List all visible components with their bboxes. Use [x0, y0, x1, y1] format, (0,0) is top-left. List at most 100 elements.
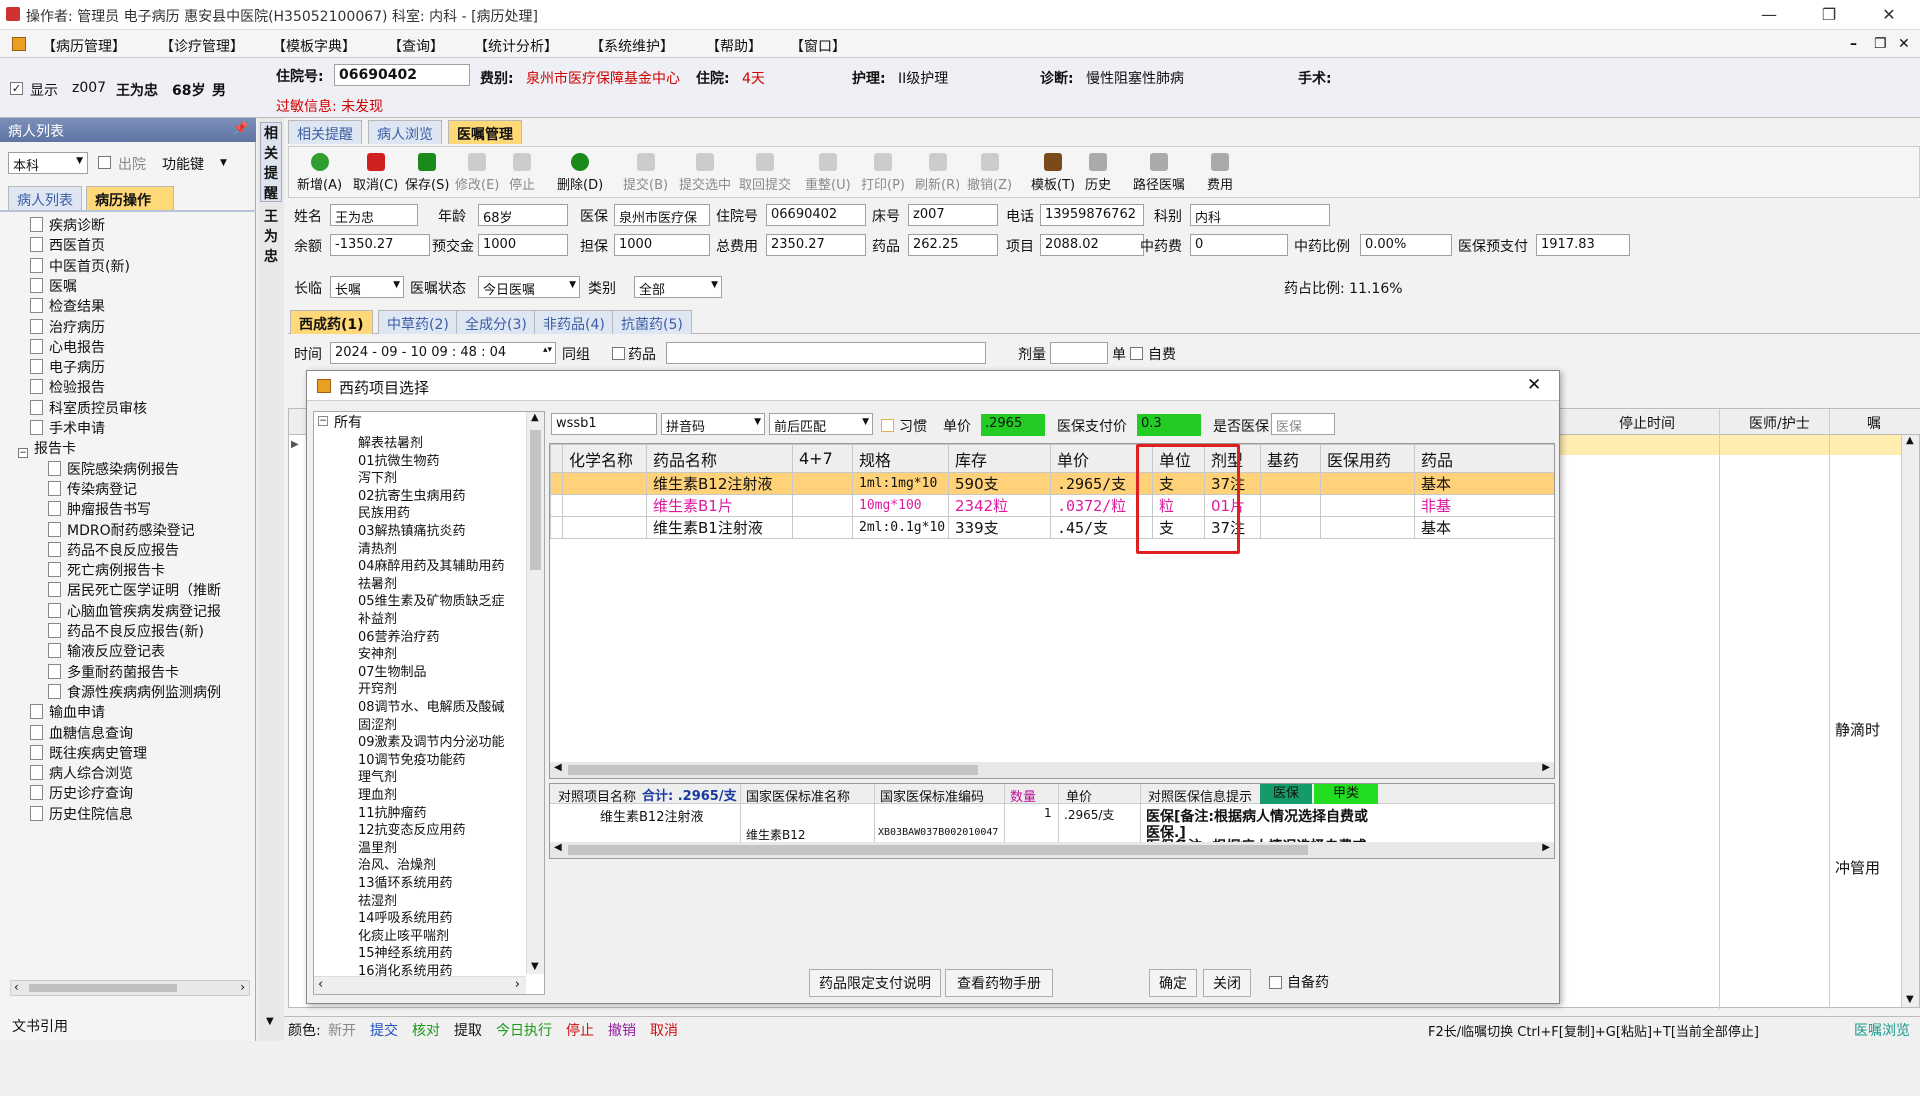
tree-item[interactable]: 科室质控员审核 — [30, 399, 147, 419]
col-spec[interactable]: 规格 — [852, 444, 949, 473]
tree-item[interactable]: 检验报告 — [30, 378, 105, 398]
doc-ref-button[interactable]: 文书引用 — [12, 1016, 68, 1036]
tab-reminders[interactable]: 相关提醒 — [288, 120, 362, 144]
order-browse-link[interactable]: 医嘱浏览 — [1854, 1020, 1910, 1040]
admission-no-field[interactable]: 06690402 — [334, 64, 470, 86]
tree-item[interactable]: 居民死亡医学证明（推断 — [48, 581, 221, 601]
tab-emr-ops[interactable]: 病历操作 — [86, 186, 174, 210]
category-item[interactable]: 14呼吸系统用药 — [358, 907, 453, 926]
scroll-up-icon[interactable]: ▲ — [531, 412, 539, 423]
col-chem-name[interactable]: 化学名称 — [562, 444, 647, 473]
minimize-button[interactable]: — — [1746, 2, 1792, 28]
tree-item[interactable]: 电子病历 — [30, 358, 105, 378]
tree-item[interactable]: MDRO耐药感染登记 — [48, 521, 195, 541]
menu-stats[interactable]: 【统计分析】 — [474, 36, 558, 56]
drug-manual-button[interactable]: 查看药物手册 — [945, 969, 1053, 997]
mapping-hscroll[interactable]: ◀ ▶ — [550, 842, 1554, 858]
dialog-close-button[interactable]: ✕ — [1527, 375, 1541, 395]
menu-help[interactable]: 【帮助】 — [706, 36, 762, 56]
tab-antibiotic[interactable]: 抗菌药(5) — [612, 310, 692, 334]
display-checkbox[interactable]: ✓ — [10, 82, 23, 95]
scroll-right-icon[interactable]: ▶ — [1542, 762, 1550, 773]
time-field[interactable]: 2024 - 09 - 10 09 : 48 : 04 ▴▾ — [330, 342, 556, 364]
col-4plus7[interactable]: 4+7 — [792, 444, 853, 473]
tab-western-drug[interactable]: 西成药(1) — [290, 310, 373, 334]
tree-item[interactable]: 心脑血管疾病发病登记报 — [48, 602, 221, 622]
mdi-restore-button[interactable]: ❐ — [1874, 36, 1887, 52]
drug-row[interactable]: 维生素B1片 10mg*100 2342粒 .0372/粒 粒 01片 非基 — [550, 494, 1554, 517]
discharge-checkbox[interactable] — [98, 156, 111, 169]
category-item[interactable]: 05维生素及矿物质缺乏症 — [358, 590, 505, 609]
tree-item[interactable]: 肿瘤报告书写 — [48, 500, 151, 520]
menu-emr[interactable]: 【病历管理】 — [42, 36, 126, 56]
tree-item[interactable]: 中医首页(新) — [30, 257, 130, 277]
toolbar-button-add[interactable]: 新增(A) — [297, 153, 342, 193]
scroll-left-icon[interactable]: ◀ — [554, 842, 562, 853]
category-item[interactable]: 理气剂 — [358, 766, 397, 785]
tab-patient-list[interactable]: 病人列表 — [8, 186, 82, 210]
toolbar-button-retrieve[interactable]: 取回提交 — [739, 153, 791, 193]
menu-clinical[interactable]: 【诊疗管理】 — [160, 36, 244, 56]
category-item[interactable]: 12抗变态反应用药 — [358, 819, 466, 838]
col-drug-name[interactable]: 药品名称 — [646, 444, 793, 473]
category-item[interactable]: 04麻醉用药及其辅助用药 — [358, 555, 505, 574]
tree-item[interactable]: 历史诊疗查询 — [30, 784, 133, 804]
scroll-left-icon[interactable]: ‹ — [318, 977, 323, 992]
self-pay-checkbox[interactable] — [1130, 347, 1143, 360]
grid-vscroll[interactable]: ▲ ▼ — [1901, 435, 1919, 1007]
drug-grid-hscroll[interactable]: ◀ ▶ — [550, 762, 1554, 778]
category-item[interactable]: 泻下剂 — [358, 467, 397, 486]
tree-item[interactable]: 历史住院信息 — [30, 805, 133, 825]
category-item[interactable]: 07生物制品 — [358, 661, 427, 680]
tree-hscroll[interactable]: ‹ › — [10, 980, 250, 996]
tree-item[interactable]: 药品不良反应报告 — [48, 541, 179, 561]
collapse-icon[interactable]: − — [318, 416, 328, 426]
col-ins-drug[interactable]: 医保用药 — [1320, 444, 1415, 473]
tree-item[interactable]: 治疗病历 — [30, 318, 105, 338]
col-drug-extra[interactable]: 药品 — [1414, 444, 1554, 473]
tree-item[interactable]: 医院感染病例报告 — [48, 460, 179, 480]
toolbar-button-edit[interactable]: 修改(E) — [455, 153, 499, 193]
tree-item[interactable]: 疾病诊断 — [30, 216, 105, 236]
tab-patient-browse[interactable]: 病人浏览 — [368, 120, 442, 144]
patient-strip-tab[interactable]: 王 为 忠 — [260, 206, 282, 268]
search-input[interactable]: wssb1 — [551, 413, 657, 435]
tree-item[interactable]: 西医首页 — [30, 236, 105, 256]
toolbar-button-reorganize[interactable]: 重整(U) — [805, 153, 851, 193]
scroll-right-icon[interactable]: ▶ — [1542, 842, 1550, 853]
menu-window[interactable]: 【窗口】 — [790, 36, 846, 56]
toolbar-button-pathway[interactable]: 路径医嘱 — [1133, 153, 1185, 193]
toolbar-button-template[interactable]: 模板(T) — [1031, 153, 1075, 193]
hscroll-thumb[interactable] — [568, 845, 1308, 855]
spinner-icon[interactable]: ▴▾ — [543, 345, 552, 355]
confirm-button[interactable]: 确定 — [1149, 969, 1197, 997]
tree-item[interactable]: 检查结果 — [30, 297, 105, 317]
tree-item[interactable]: 病人综合浏览 — [30, 764, 133, 784]
self-drug-checkbox[interactable] — [1269, 976, 1282, 989]
tree-item[interactable]: 输血申请 — [30, 703, 105, 723]
vscroll-thumb[interactable] — [530, 430, 541, 570]
scroll-down-icon[interactable]: ▼ — [531, 961, 539, 972]
category-item[interactable]: 温里剂 — [358, 837, 397, 856]
tree-item[interactable]: 药品不良反应报告(新) — [48, 622, 204, 642]
category-item[interactable]: 补益剂 — [358, 608, 397, 627]
category-item[interactable]: 09激素及调节内分泌功能 — [358, 731, 505, 750]
scroll-right-icon[interactable]: › — [240, 980, 245, 994]
category-item[interactable]: 解表祛暑剂 — [358, 432, 423, 451]
reminder-strip-tab[interactable]: 相 关 提 醒 — [260, 122, 282, 202]
drug-checkbox[interactable] — [612, 347, 625, 360]
category-item[interactable]: 02抗寄生虫病用药 — [358, 485, 466, 504]
toolbar-button-fee[interactable]: 费用 — [1207, 153, 1233, 193]
dept-select[interactable]: 本科 ▼ — [8, 152, 88, 174]
order-type-select[interactable]: 长嘱 ▼ — [330, 276, 404, 298]
toolbar-button-refresh[interactable]: 刷新(R) — [915, 153, 960, 193]
category-item[interactable]: 开窍剂 — [358, 678, 397, 697]
menu-template[interactable]: 【模板字典】 — [272, 36, 356, 56]
close-button[interactable]: 关闭 — [1203, 969, 1251, 997]
drug-row[interactable]: 维生素B12注射液 1ml:1mg*10 590支 .2965/支 支 37注 … — [550, 472, 1554, 495]
pin-icon[interactable]: 📌 — [233, 121, 248, 135]
category-item[interactable]: 祛湿剂 — [358, 890, 397, 909]
category-item[interactable]: 固涩剂 — [358, 714, 397, 733]
scroll-up-icon[interactable]: ▲ — [1906, 435, 1914, 446]
tree-item[interactable]: 食源性疾病病例监测病例 — [48, 683, 221, 703]
